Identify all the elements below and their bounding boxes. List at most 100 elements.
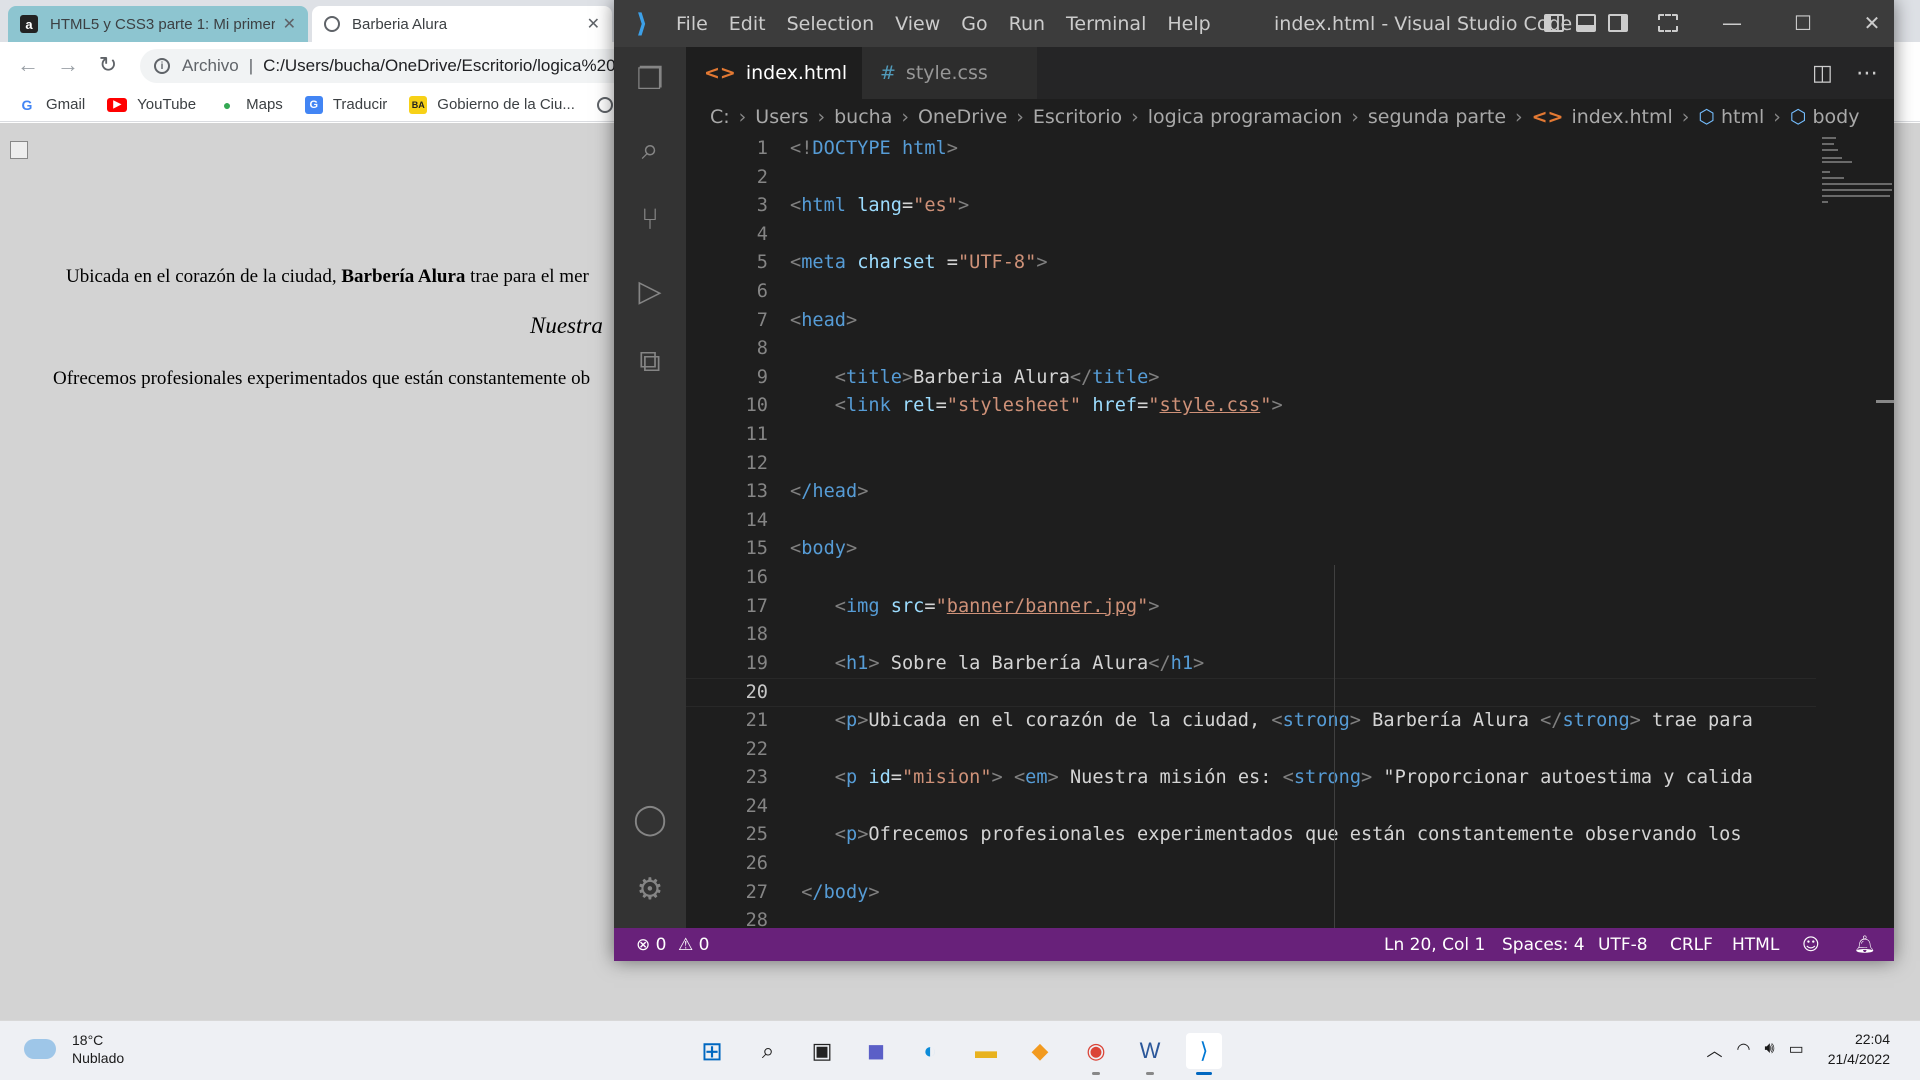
browser-tab-barberia[interactable]: Barberia Alura ✕ — [312, 6, 612, 42]
warnings-indicator[interactable]: ⚠ 0 — [678, 935, 709, 955]
breadcrumb-item[interactable]: index.html — [1571, 106, 1672, 128]
weather-widget[interactable]: 18°C Nublado — [24, 1031, 124, 1067]
code-editor[interactable]: 1 <!DOCTYPE html> 2 3 <html lang="es"> 4 5… — [686, 135, 1816, 928]
vscode-taskbar-icon[interactable]: ⟩ — [1186, 1033, 1222, 1075]
edge-browser-icon[interactable]: ◐ — [912, 1033, 948, 1069]
feedback-icon[interactable]: ☺ — [1802, 935, 1820, 955]
breadcrumb-item[interactable]: Escritorio — [1033, 106, 1122, 128]
explorer-icon[interactable]: ❐ — [614, 47, 686, 111]
word-icon[interactable]: W — [1132, 1033, 1168, 1075]
code-token: /body — [812, 881, 869, 903]
menu-run[interactable]: Run — [1009, 13, 1045, 35]
chrome-icon[interactable]: ◉ — [1078, 1033, 1114, 1075]
code-line: 5 <meta charset ="UTF-8"> — [686, 249, 1816, 278]
code-token: p — [845, 767, 858, 789]
tab-style-css[interactable]: # style.css — [862, 47, 1037, 99]
code-token: strong — [1293, 767, 1362, 789]
encoding[interactable]: UTF-8 — [1598, 935, 1648, 955]
minimize-icon[interactable]: — — [1717, 8, 1747, 38]
menu-view[interactable]: View — [895, 13, 940, 35]
back-arrow-icon[interactable]: ← — [8, 45, 48, 85]
minimap-line — [1822, 157, 1842, 159]
battery-icon[interactable]: ▭ — [1789, 1039, 1804, 1059]
toggle-sidebar-icon[interactable] — [1544, 14, 1564, 32]
breadcrumb-item[interactable]: logica programacion — [1148, 106, 1343, 128]
line-ending[interactable]: CRLF — [1670, 935, 1713, 955]
windows-taskbar: 18°C Nublado ⊞ ⌕ ▣ ◼ ◐ ▬ ◆ ◉ W ⟩ ︿ ◠ 🔊︎ … — [0, 1020, 1920, 1080]
menu-file[interactable]: File — [676, 13, 708, 35]
breadcrumb-item[interactable]: Users — [755, 106, 808, 128]
run-debug-icon[interactable]: ▷ — [614, 259, 686, 323]
indentation[interactable]: Spaces: 4 — [1502, 935, 1585, 955]
info-icon[interactable]: i — [154, 58, 170, 74]
notifications-bell-icon[interactable]: 🔔︎ — [1854, 935, 1876, 955]
chevron-right-icon: › — [901, 106, 909, 128]
browser-tab-alura-course[interactable]: a HTML5 y CSS3 parte 1: Mi primer... ✕ — [8, 6, 308, 42]
code-token: title — [1092, 366, 1149, 388]
breadcrumb-item[interactable]: html — [1721, 106, 1764, 128]
scrollbar-marker[interactable] — [1876, 400, 1894, 403]
volume-icon[interactable]: 🔊︎ — [1764, 1040, 1774, 1058]
line-number: 3 — [756, 195, 768, 217]
close-tab-icon[interactable]: ✕ — [283, 14, 296, 34]
search-icon[interactable]: ⌕ — [750, 1033, 786, 1069]
extensions-icon[interactable]: ⧉ — [614, 329, 686, 393]
forward-arrow-icon[interactable]: → — [48, 45, 88, 85]
bookmark-gmail[interactable]: G Gmail — [18, 96, 86, 114]
breadcrumb-item[interactable]: bucha — [834, 106, 892, 128]
task-view-icon[interactable]: ▣ — [804, 1033, 840, 1069]
breadcrumb-item[interactable]: C: — [710, 106, 730, 128]
cursor-position[interactable]: Ln 20, Col 1 — [1384, 935, 1485, 955]
tab-index-html[interactable]: <> index.html ✕ — [686, 47, 877, 99]
menu-selection[interactable]: Selection — [787, 13, 875, 35]
code-line: 8 — [686, 335, 1816, 364]
breadcrumb-item[interactable]: segunda parte — [1368, 106, 1506, 128]
errors-indicator[interactable]: ⊗ 0 — [636, 935, 666, 955]
settings-gear-icon[interactable]: ⚙ — [614, 857, 686, 921]
breadcrumb-item[interactable]: body — [1812, 106, 1859, 128]
toggle-secondary-sidebar-icon[interactable] — [1608, 14, 1628, 32]
clock[interactable]: 22:04 21/4/2022 — [1828, 1029, 1890, 1069]
vscode-logo-icon: ⟩ — [636, 8, 648, 39]
breadcrumb-item[interactable]: OneDrive — [918, 106, 1007, 128]
code-link[interactable]: banner/banner.jpg — [947, 596, 1137, 617]
language-mode[interactable]: HTML — [1732, 935, 1779, 955]
reload-icon[interactable]: ↻ — [88, 45, 128, 85]
chevron-right-icon: › — [817, 106, 826, 128]
close-window-icon[interactable]: ✕ — [1857, 8, 1887, 38]
minimap[interactable] — [1816, 135, 1894, 928]
file-explorer-icon[interactable]: ▬ — [968, 1033, 1004, 1069]
source-control-icon[interactable]: ⑂ — [614, 187, 686, 251]
teams-chat-icon[interactable]: ◼ — [858, 1033, 894, 1069]
sublime-text-icon[interactable]: ◆ — [1022, 1033, 1058, 1069]
chevron-up-icon[interactable]: ︿ — [1707, 1037, 1723, 1061]
toggle-panel-icon[interactable] — [1576, 14, 1596, 32]
account-icon[interactable]: ◯ — [614, 787, 686, 851]
windows-start-icon[interactable]: ⊞ — [694, 1033, 730, 1069]
maximize-icon[interactable]: ☐ — [1788, 8, 1818, 38]
menu-terminal[interactable]: Terminal — [1066, 13, 1146, 35]
split-editor-icon[interactable]: ◫ — [1812, 61, 1833, 86]
bookmark-traducir[interactable]: G Traducir — [304, 95, 387, 114]
wifi-icon[interactable]: ◠ — [1737, 1039, 1751, 1059]
close-tab-icon[interactable]: ✕ — [587, 14, 600, 34]
bookmark-gobierno[interactable]: BA Gobierno de la Ciu... — [409, 95, 575, 114]
p1-strong: Barbería Alura — [341, 266, 466, 287]
search-icon[interactable]: ⌕ — [614, 117, 686, 181]
menu-go[interactable]: Go — [961, 13, 987, 35]
breadcrumb: C: › Users › bucha › OneDrive › Escritorio › … — [686, 99, 1894, 135]
code-link[interactable]: style.css — [1160, 395, 1261, 416]
more-actions-icon[interactable]: ⋯ — [1856, 61, 1878, 86]
url-text[interactable]: C:/Users/bucha/OneDrive/Escritorio/logic… — [263, 56, 615, 76]
line-number: 27 — [745, 881, 768, 903]
code-token: DOCTYPE html — [812, 138, 947, 159]
code-token: em — [1025, 767, 1048, 789]
code-token: meta — [801, 252, 846, 274]
menu-edit[interactable]: Edit — [729, 13, 766, 35]
bookmark-maps[interactable]: ● Maps — [218, 96, 283, 114]
menu-help[interactable]: Help — [1167, 13, 1210, 35]
customize-layout-icon[interactable] — [1658, 14, 1678, 32]
code-token: link — [845, 395, 891, 417]
code-token: p — [845, 824, 858, 846]
bookmark-youtube[interactable]: ▶ YouTube — [107, 96, 196, 113]
